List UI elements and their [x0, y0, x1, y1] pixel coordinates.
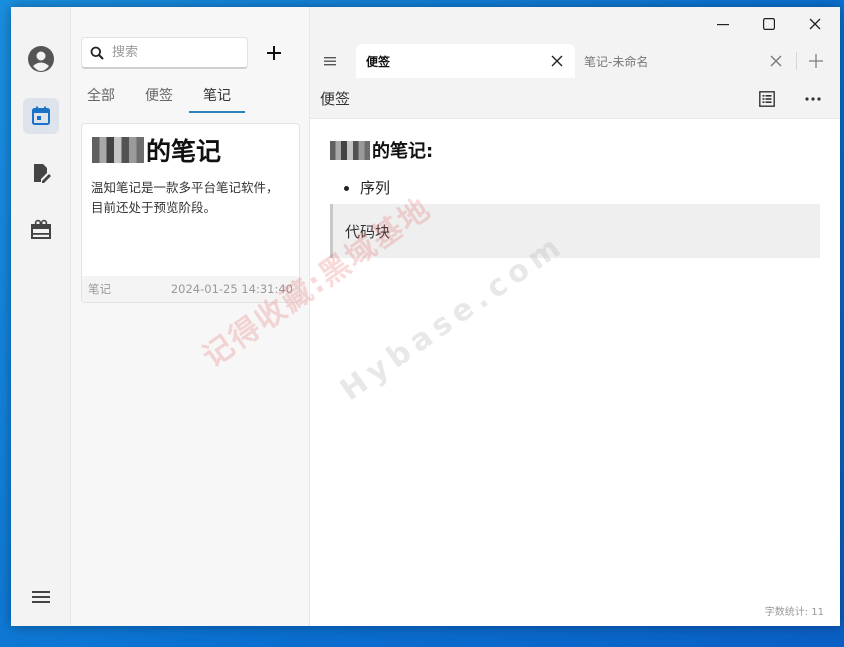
note-card-date: 2024-01-25 14:31:40 [170, 282, 293, 296]
plus-icon [267, 46, 281, 60]
add-note-button[interactable] [260, 39, 288, 67]
calendar-icon [32, 106, 50, 125]
maximize-button[interactable] [751, 13, 787, 35]
edit-note-button[interactable] [23, 155, 59, 191]
edit-note-icon [34, 164, 51, 183]
close-icon [809, 18, 821, 30]
tab-memo-close[interactable] [549, 53, 565, 69]
note-card-body: 温知笔记是一款多平台笔记软件，目前还处于预览阶段。 [91, 180, 279, 215]
minimize-icon [717, 24, 729, 26]
document-list: 序列 [330, 177, 820, 198]
account-icon [28, 46, 54, 72]
search-input[interactable] [112, 45, 232, 60]
outline-icon [759, 91, 775, 107]
editor-pane: 便签 笔记-未命名 便签 的笔记: • 序列 代码块 字数统计: 11 [310, 7, 840, 626]
word-count: 字数统计: 11 [764, 607, 824, 618]
redacted-name [92, 137, 144, 163]
new-tab-button[interactable] [804, 49, 828, 73]
nav-rail [11, 7, 71, 626]
hamburger-icon [324, 57, 336, 66]
tab-divider [796, 52, 797, 70]
editor-toolbar: 便签 [310, 78, 840, 119]
more-icon [805, 97, 821, 101]
tab-memo-label: 便签 [366, 54, 391, 69]
app-window: 全部 便签 笔记 的笔记 温知笔记是一款多平台笔记软件，目前还处于预览阶段。 笔… [11, 7, 840, 626]
menu-icon [32, 591, 50, 603]
document-content[interactable]: 的笔记: 序列 代码块 [330, 137, 820, 258]
gift-icon [31, 219, 51, 239]
tabs-menu-button[interactable] [318, 49, 342, 73]
note-card[interactable]: 的笔记 温知笔记是一款多平台笔记软件，目前还处于预览阶段。 笔记 2024-01… [81, 123, 300, 303]
search-icon [90, 46, 104, 60]
more-button[interactable] [801, 87, 825, 111]
close-icon [551, 55, 563, 67]
outline-button[interactable] [755, 87, 779, 111]
filter-tabs: 全部 便签 笔记 [87, 85, 275, 113]
filter-all[interactable]: 全部 [87, 85, 115, 113]
main-menu-button[interactable] [23, 579, 59, 615]
filter-notes[interactable]: 笔记 [189, 85, 245, 113]
close-icon [770, 55, 782, 67]
tab-untitled-note[interactable]: 笔记-未命名 [584, 44, 794, 78]
minimize-button[interactable] [705, 13, 741, 35]
toolbar-title: 便签 [320, 90, 351, 108]
gift-button[interactable] [23, 211, 59, 247]
close-window-button[interactable] [797, 13, 833, 35]
list-item: 序列 [360, 177, 820, 198]
code-block: 代码块 [330, 204, 820, 258]
search-box[interactable] [81, 37, 248, 69]
note-card-title-text: 的笔记 [146, 137, 222, 166]
document-heading: 的笔记: [330, 137, 820, 163]
title-bar: 便签 笔记-未命名 [310, 7, 840, 78]
document-heading-text: 的笔记: [372, 141, 434, 162]
tab-memo[interactable]: 便签 [356, 44, 575, 78]
filter-memo[interactable]: 便签 [145, 85, 173, 113]
redacted-name [330, 140, 370, 160]
plus-icon [809, 54, 823, 68]
account-button[interactable] [23, 41, 59, 77]
note-card-type: 笔记 [88, 282, 111, 296]
tab-untitled-note-label: 笔记-未命名 [584, 54, 649, 69]
calendar-button[interactable] [23, 98, 59, 134]
note-card-title: 的笔记 [92, 132, 221, 168]
note-list-panel: 全部 便签 笔记 的笔记 温知笔记是一款多平台笔记软件，目前还处于预览阶段。 笔… [71, 7, 310, 626]
note-card-footer: 笔记 2024-01-25 14:31:40 [82, 276, 299, 302]
tab-untitled-note-close[interactable] [768, 53, 784, 69]
maximize-icon [763, 18, 775, 30]
